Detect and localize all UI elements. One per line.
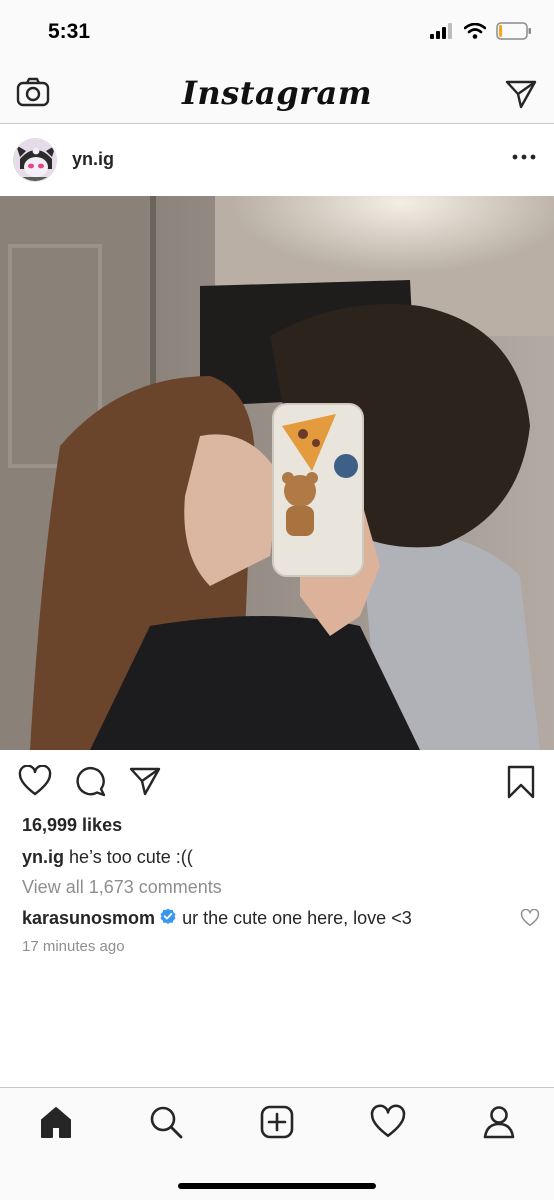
avatar[interactable] <box>13 138 57 182</box>
home-indicator[interactable] <box>178 1183 376 1189</box>
signal-icon <box>430 23 452 39</box>
search-icon[interactable] <box>148 1104 184 1145</box>
caption: yn.ig he’s too cute :(( <box>22 847 193 868</box>
post-photo[interactable] <box>0 196 554 750</box>
bookmark-icon[interactable] <box>506 765 536 804</box>
instagram-logo: Instagram <box>181 74 373 112</box>
status-bar: 5:31 <box>0 0 554 64</box>
verified-badge-icon <box>160 908 176 929</box>
post-header: yn.ig <box>0 124 554 196</box>
post-timestamp: 17 minutes ago <box>22 938 125 955</box>
battery-icon <box>496 22 531 40</box>
share-icon[interactable] <box>128 765 162 802</box>
comment-username[interactable]: karasunosmom <box>22 908 155 929</box>
heart-icon[interactable] <box>18 764 52 802</box>
more-options-icon[interactable] <box>512 148 536 166</box>
status-time: 5:31 <box>48 20 91 43</box>
post-username[interactable]: yn.ig <box>72 149 114 170</box>
profile-icon[interactable] <box>481 1104 517 1145</box>
wifi-icon <box>464 23 486 39</box>
top-nav: Instagram <box>0 64 554 124</box>
view-all-comments-link[interactable]: View all 1,673 comments <box>22 877 222 898</box>
comment-like-icon[interactable] <box>520 908 540 932</box>
bottom-tab-bar <box>0 1087 554 1200</box>
comment-icon[interactable] <box>73 765 107 802</box>
send-icon[interactable] <box>504 78 538 115</box>
caption-username[interactable]: yn.ig <box>22 847 64 867</box>
post-actions <box>0 750 554 812</box>
comment-text: ur the cute one here, love <3 <box>182 908 412 928</box>
home-icon[interactable] <box>38 1104 74 1145</box>
caption-text: he’s too cute :(( <box>69 847 193 867</box>
likes-count[interactable]: 16,999 likes <box>22 815 122 836</box>
add-post-icon[interactable] <box>259 1104 295 1145</box>
comment: karasunosmom ur the cute one here, love … <box>22 908 412 929</box>
activity-icon[interactable] <box>370 1104 406 1145</box>
status-icons <box>430 22 532 40</box>
